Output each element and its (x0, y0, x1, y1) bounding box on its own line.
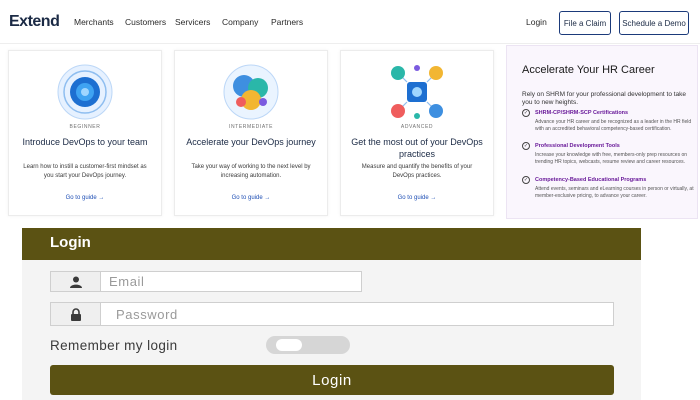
card-level: INTERMEDIATE (228, 124, 274, 130)
nav-link-company[interactable]: Company (222, 17, 258, 27)
guide-card-advanced: ADVANCED Get the most out of your DevOps… (340, 50, 494, 216)
nav-link-customers[interactable]: Customers (125, 17, 166, 27)
email-input[interactable] (101, 272, 361, 291)
devops-beginner-icon (57, 64, 113, 120)
check-circle-icon: ✓ (522, 109, 530, 117)
nav-link-merchants[interactable]: Merchants (74, 17, 114, 27)
lock-icon (51, 303, 101, 325)
extend-logo[interactable]: Extend (9, 13, 60, 31)
toggle-knob (276, 339, 302, 351)
card-title: Get the most out of your DevOps practice… (351, 137, 483, 159)
nav-link-login[interactable]: Login (526, 17, 547, 27)
check-circle-icon: ✓ (522, 176, 530, 184)
card-title: Introduce DevOps to your team (22, 137, 148, 147)
user-icon (51, 272, 101, 291)
card-description: Measure and quantify the benefits of you… (361, 164, 473, 179)
file-claim-button[interactable]: File a Claim (559, 11, 611, 35)
email-input-group (50, 271, 362, 292)
ad-item-description: Increase your knowledge with free, membe… (535, 152, 688, 165)
ad-item-title: Professional Development Tools (535, 143, 620, 149)
go-to-guide-link-intermediate[interactable]: Go to guide → (174, 195, 328, 201)
guide-card-beginner: BEGINNER Introduce DevOps to your team L… (8, 50, 162, 216)
card-level: ADVANCED (400, 124, 434, 130)
check-circle-icon: ✓ (522, 142, 530, 150)
card-description: Learn how to instill a customer-first mi… (23, 164, 147, 179)
nav-link-partners[interactable]: Partners (271, 17, 303, 27)
nav-link-servicers[interactable]: Servicers (175, 17, 210, 27)
login-title: Login (50, 234, 91, 251)
go-to-guide-link-advanced[interactable]: Go to guide → (340, 195, 494, 201)
guide-card-intermediate: INTERMEDIATE Accelerate your DevOps jour… (174, 50, 328, 216)
password-input[interactable] (101, 303, 613, 325)
password-input-group (50, 302, 614, 326)
ad-item-description: Attend events, seminars and eLearning co… (535, 186, 694, 199)
top-navbar: Extend Merchants Customers Servicers Com… (0, 0, 700, 44)
schedule-demo-button[interactable]: Schedule a Demo (619, 11, 689, 35)
card-level: BEGINNER (69, 124, 101, 130)
ad-title: Accelerate Your HR Career (522, 64, 655, 76)
ad-item-description: Advance your HR career and be recognized… (535, 119, 692, 132)
remember-login-toggle[interactable] (266, 336, 350, 354)
ad-item-title: Competency-Based Educational Programs (535, 177, 647, 183)
go-to-guide-link-beginner[interactable]: Go to guide → (8, 195, 162, 201)
devops-advanced-icon (391, 65, 443, 119)
login-panel-header: Login (22, 228, 641, 260)
login-button[interactable]: Login (50, 365, 614, 395)
card-description: Take your way of working to the next lev… (191, 164, 311, 179)
card-title: Accelerate your DevOps journey (186, 137, 316, 147)
devops-intermediate-icon (223, 64, 279, 120)
ad-intro: Rely on SHRM for your professional devel… (522, 91, 687, 106)
shrm-advertisement[interactable]: Accelerate Your HR Career Rely on SHRM f… (506, 45, 698, 219)
remember-login-label: Remember my login (50, 338, 178, 353)
ad-item-title: SHRM-CP/SHRM-SCP Certifications (535, 110, 629, 116)
